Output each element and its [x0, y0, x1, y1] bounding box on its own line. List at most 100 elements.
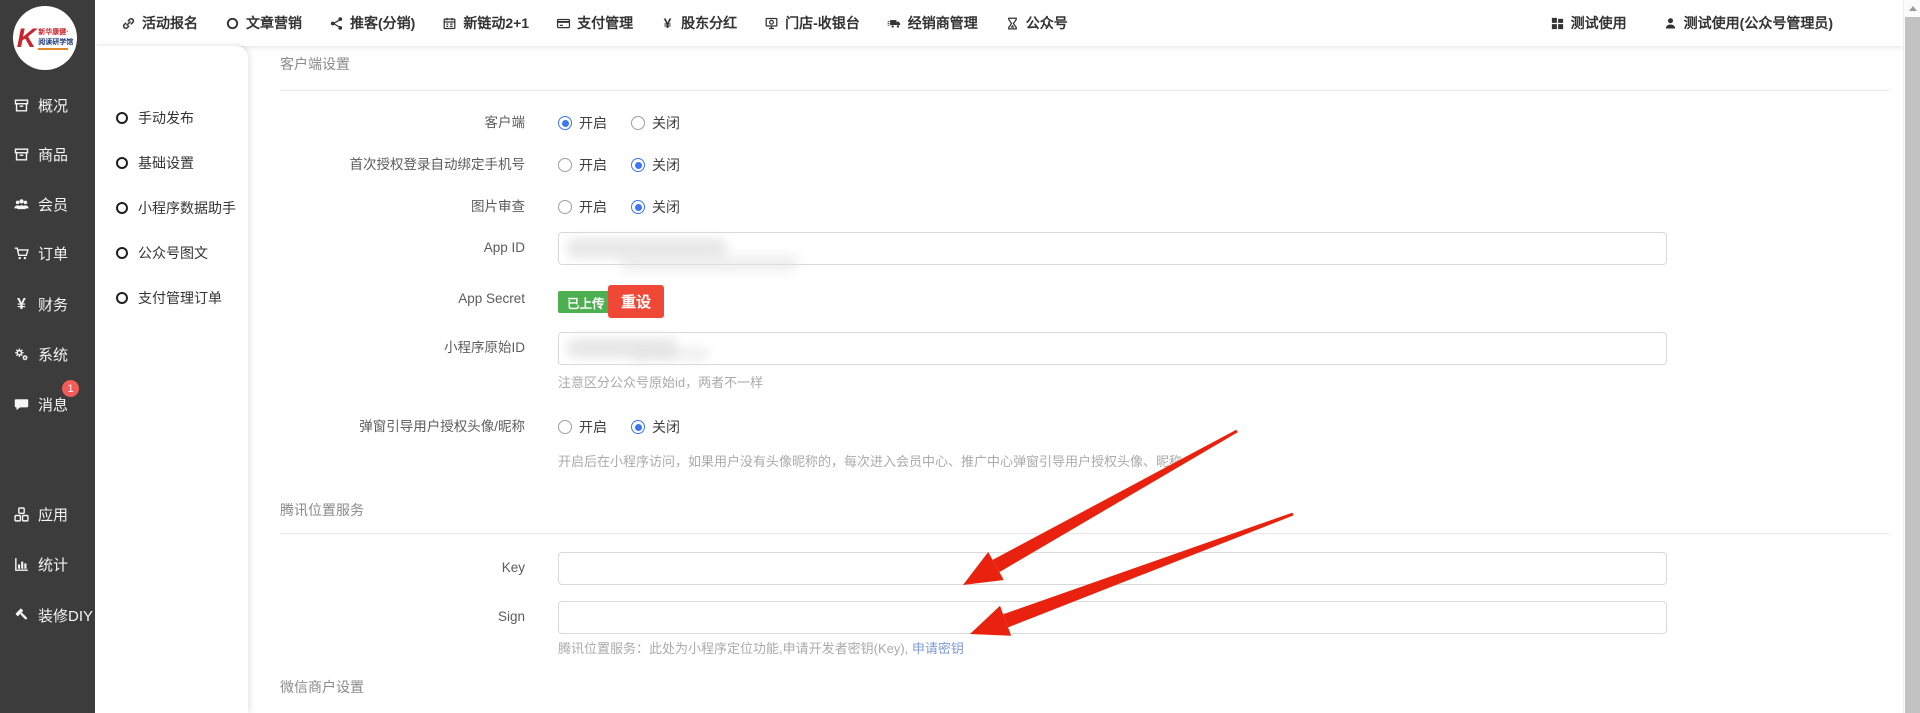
field-label-app-id: App ID: [248, 231, 525, 265]
redacted-value: [619, 255, 799, 271]
radio-icon[interactable]: [558, 200, 572, 214]
sign-input[interactable]: [558, 601, 1667, 634]
uploaded-button[interactable]: 已上传: [558, 291, 614, 313]
logo-line2: 阅读研学馆: [38, 37, 73, 47]
apps-cubes-icon: [13, 506, 30, 523]
nav-item-chain-2plus1[interactable]: 新链动2+1: [442, 13, 529, 33]
sidebar-item-label: 概况: [38, 95, 68, 116]
sidebar-item-overview[interactable]: 概况: [0, 93, 95, 117]
radio-icon[interactable]: [631, 116, 645, 130]
sidebar-item-messages[interactable]: 消息 1: [0, 392, 95, 416]
origin-id-input[interactable]: [558, 332, 1667, 365]
radio-icon[interactable]: [558, 116, 572, 130]
submenu-item-miniprogram-data[interactable]: 小程序数据助手: [95, 193, 248, 223]
sidebar-item-label: 应用: [38, 504, 68, 525]
nav-label: 支付管理: [577, 13, 633, 33]
radio-client-on[interactable]: 开启: [558, 113, 607, 133]
key-input[interactable]: [558, 552, 1667, 585]
vertical-scrollbar[interactable]: [1903, 0, 1920, 713]
main-content: 客户端设置 客户端 开启 关闭 首次授权登录自动绑定手机号 开启 关闭 图片审查…: [248, 46, 1903, 713]
submenu-label: 基础设置: [138, 153, 194, 173]
submenu-label: 公众号图文: [138, 243, 208, 263]
submenu-item-official-articles[interactable]: 公众号图文: [95, 238, 248, 268]
nav-item-shareholder-dividend[interactable]: ¥ 股东分红: [660, 13, 737, 33]
app-id-input[interactable]: [558, 232, 1667, 265]
radio-popup-guide-off[interactable]: 关闭: [631, 417, 680, 437]
nav-item-official-account[interactable]: 公众号: [1005, 13, 1068, 33]
radio-icon[interactable]: [558, 158, 572, 172]
radio-bind-phone-off[interactable]: 关闭: [631, 155, 680, 175]
nav-label: 文章营销: [246, 13, 302, 33]
submenu-label: 支付管理订单: [138, 288, 222, 308]
radio-icon[interactable]: [631, 200, 645, 214]
link-icon: [121, 16, 136, 31]
nav-label: 活动报名: [142, 13, 198, 33]
radio-bind-phone-on[interactable]: 开启: [558, 155, 607, 175]
circle-icon: [116, 157, 128, 169]
sidebar-item-label: 商品: [38, 144, 68, 165]
sidebar-item-system[interactable]: 系统: [0, 342, 95, 366]
share-icon: [329, 16, 344, 31]
radio-icon[interactable]: [558, 420, 572, 434]
submenu-item-basic-settings[interactable]: 基础设置: [95, 148, 248, 178]
nav-label: 公众号: [1026, 13, 1068, 33]
user-menu: 测试使用 测试使用(公众号管理员): [1550, 0, 1833, 46]
top-header: 活动报名 文章营销 推客(分销) 新链动2+1 支付管理 ¥ 股东分红: [95, 0, 1903, 46]
section-title-merchant: 微信商户设置: [280, 677, 364, 697]
sidebar-item-stats[interactable]: 统计: [0, 552, 95, 576]
system-gears-icon: [13, 346, 30, 363]
sidebar-item-members[interactable]: 会员: [0, 192, 95, 216]
chevron-up-icon: [1909, 6, 1917, 11]
field-label-client: 客户端: [248, 106, 525, 140]
account-menu-button[interactable]: 测试使用(公众号管理员): [1663, 13, 1833, 33]
brand-logo[interactable]: K 新华康健· 阅读研学馆: [13, 6, 77, 70]
field-label-bind-phone: 首次授权登录自动绑定手机号: [248, 148, 525, 182]
submenu-item-payment-orders[interactable]: 支付管理订单: [95, 283, 248, 313]
nav-item-dealer-mgmt[interactable]: 经销商管理: [887, 13, 978, 33]
scrollbar-thumb[interactable]: [1905, 17, 1920, 713]
submenu-item-manual-publish[interactable]: 手动发布: [95, 103, 248, 133]
sidebar-item-orders[interactable]: 订单: [0, 241, 95, 265]
test-use-button[interactable]: 测试使用: [1550, 13, 1627, 33]
radio-label: 开启: [579, 113, 607, 133]
sidebar-item-apps[interactable]: 应用: [0, 502, 95, 526]
grid-icon: [1550, 16, 1565, 31]
radio-icon[interactable]: [631, 158, 645, 172]
apply-key-link[interactable]: 申请密钥: [912, 641, 964, 656]
radio-icon[interactable]: [631, 420, 645, 434]
storefront-icon: [764, 16, 779, 31]
nav-item-article-marketing[interactable]: 文章营销: [225, 13, 302, 33]
field-label-image-review: 图片审查: [248, 190, 525, 224]
nav-item-store-cashier[interactable]: 门店-收银台: [764, 13, 860, 33]
sidebar-item-label: 装修DIY: [38, 605, 93, 626]
location-hint: 腾讯位置服务：此处为小程序定位功能,申请开发者密钥(Key), 申请密钥: [558, 638, 964, 657]
radio-popup-guide-on[interactable]: 开启: [558, 417, 607, 437]
sidebar-item-label: 财务: [38, 294, 68, 315]
radio-client-off[interactable]: 关闭: [631, 113, 680, 133]
nav-label: 股东分红: [681, 13, 737, 33]
nav-item-activity-signup[interactable]: 活动报名: [121, 13, 198, 33]
radio-image-review-off[interactable]: 关闭: [631, 197, 680, 217]
truck-icon: [887, 16, 902, 31]
nav-item-payment-mgmt[interactable]: 支付管理: [556, 13, 633, 33]
logo-underline: [38, 48, 68, 50]
reset-button[interactable]: 重设: [608, 285, 664, 318]
radio-label: 关闭: [652, 155, 680, 175]
location-hint-text: 腾讯位置服务：此处为小程序定位功能,申请开发者密钥(Key),: [558, 641, 912, 656]
section-divider: [280, 533, 1889, 534]
scroll-up-button[interactable]: [1904, 0, 1920, 17]
circle-icon: [116, 202, 128, 214]
sidebar-item-label: 统计: [38, 554, 68, 575]
sidebar-item-finance[interactable]: ¥ 财务: [0, 292, 95, 316]
nav-item-distribution[interactable]: 推客(分销): [329, 13, 415, 33]
section-title-location: 腾讯位置服务: [280, 500, 364, 520]
nav-label: 新链动2+1: [463, 13, 529, 33]
page: K 新华康健· 阅读研学馆 概况 商品 会员 订单 ¥ 财务: [0, 0, 1920, 713]
sidebar-item-goods[interactable]: 商品: [0, 142, 95, 166]
radio-image-review-on[interactable]: 开启: [558, 197, 607, 217]
sidebar-item-diy[interactable]: 装修DIY: [0, 603, 95, 627]
goods-box-icon: [13, 146, 30, 163]
section-title-client: 客户端设置: [280, 54, 350, 74]
radio-label: 开启: [579, 197, 607, 217]
popup-guide-hint: 开启后在小程序访问，如果用户没有头像昵称的，每次进入会员中心、推广中心弹窗引导用…: [558, 451, 1182, 470]
